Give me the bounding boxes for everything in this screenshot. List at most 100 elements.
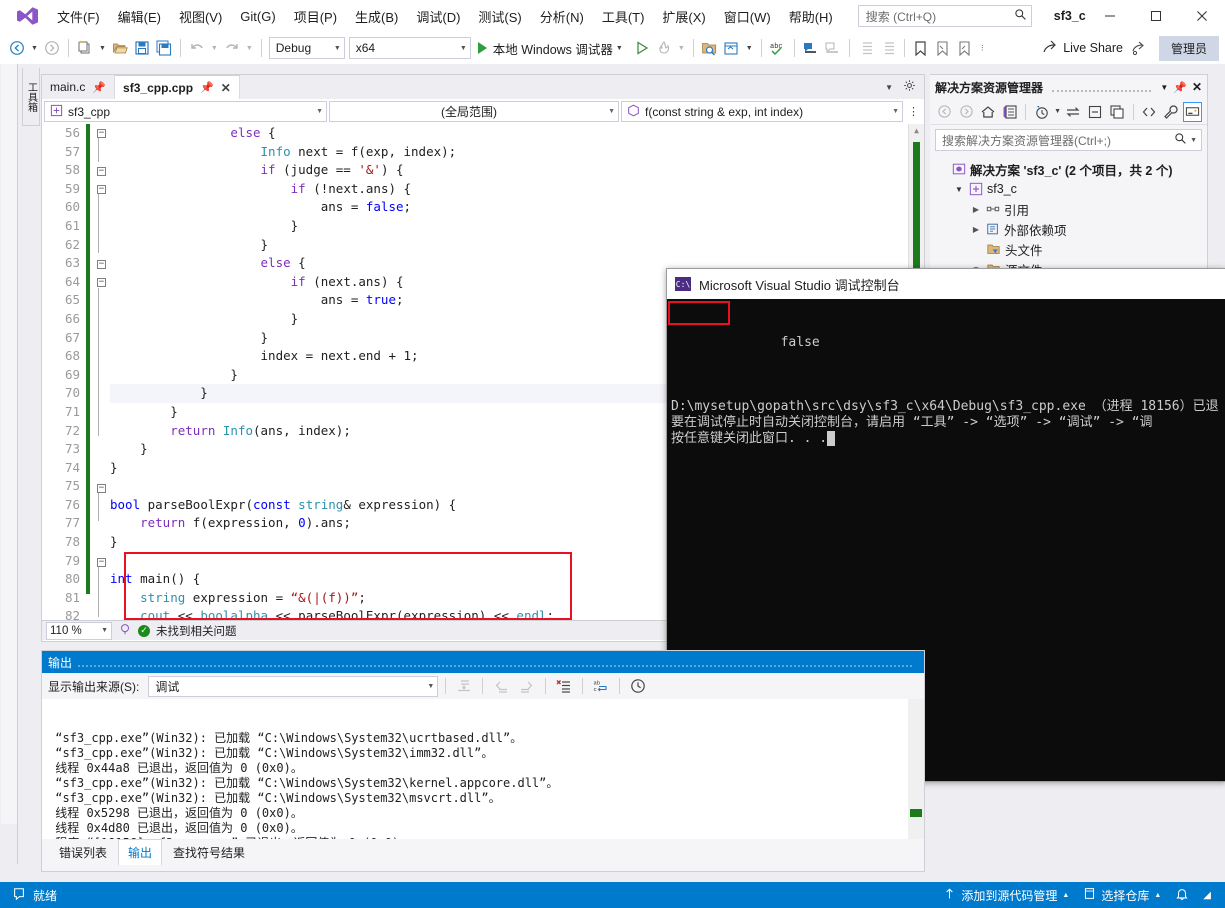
comment-selection-icon[interactable] <box>800 37 822 59</box>
menu-item-file[interactable]: 文件(F) <box>48 2 109 31</box>
output-source-combo[interactable]: 调试 ▼ <box>148 675 439 697</box>
toggle-word-wrap-icon[interactable]: ab c <box>590 676 612 696</box>
scope-combo[interactable]: (全局范围) ▼ <box>329 101 619 122</box>
new-project-dropdown-icon[interactable]: ▼ <box>96 45 109 52</box>
start-debugging-button[interactable]: 本地 Windows 调试器 ▼ <box>473 36 631 60</box>
preview-selected-items-icon[interactable] <box>1183 101 1203 122</box>
chevron-down-icon[interactable]: ▼ <box>613 45 626 52</box>
spellcheck-icon[interactable]: abc <box>767 37 789 59</box>
show-timestamps-icon[interactable] <box>627 676 649 696</box>
solution-tree-item[interactable]: ▼ sf3_c <box>936 179 1207 199</box>
pin-icon[interactable]: 📌 <box>1173 81 1187 94</box>
code-line[interactable]: ans = false; <box>110 198 924 217</box>
chevron-down-icon[interactable]: ▼ <box>743 45 756 52</box>
toolbar-overflow-icon[interactable]: ⋮ <box>976 44 989 52</box>
solution-platform-combo[interactable]: x64 ▼ <box>348 37 471 59</box>
code-folding-column[interactable]: − − − − − − − <box>94 124 110 620</box>
chevron-down-icon[interactable]: ▼ <box>1160 83 1168 92</box>
fold-toggle[interactable]: − <box>97 129 106 138</box>
close-icon[interactable]: ✕ <box>221 81 231 95</box>
split-editor-icon[interactable]: ⋮ <box>905 105 919 118</box>
code-line[interactable]: if (!next.ans) { <box>110 180 924 199</box>
menu-item-tools[interactable]: 工具(T) <box>593 2 654 31</box>
view-code-icon[interactable] <box>1139 102 1158 122</box>
pending-changes-icon[interactable] <box>1032 102 1051 122</box>
maximize-button[interactable] <box>1133 0 1179 32</box>
solution-tree-item[interactable]: 解决方案 'sf3_c' (2 个项目，共 2 个) <box>936 159 1207 179</box>
show-all-files-icon[interactable] <box>1108 102 1127 122</box>
pin-icon[interactable]: 📌 <box>92 81 106 94</box>
code-line[interactable]: } <box>110 217 924 236</box>
global-search-input[interactable]: 搜索 (Ctrl+Q) <box>857 5 1032 27</box>
chevron-collapsed-icon[interactable]: ▶ <box>970 205 982 214</box>
code-line[interactable]: } <box>110 236 924 255</box>
chevron-down-icon[interactable]: ▼ <box>1190 137 1197 144</box>
navigate-backward-icon[interactable] <box>6 37 28 59</box>
menu-item-extensions[interactable]: 扩展(X) <box>653 2 714 31</box>
tab-error-list[interactable]: 错误列表 <box>50 840 116 865</box>
menu-item-git[interactable]: Git(G) <box>231 4 284 29</box>
collapse-all-icon[interactable] <box>1086 102 1105 122</box>
fold-toggle[interactable]: − <box>97 185 106 194</box>
navigate-forward-icon[interactable] <box>41 37 63 59</box>
code-line[interactable]: Info next = f(exp, index); <box>110 143 924 162</box>
sync-with-active-document-icon[interactable] <box>1064 102 1083 122</box>
chevron-collapsed-icon[interactable]: ▶ <box>970 225 982 234</box>
tab-output[interactable]: 输出 <box>118 839 163 865</box>
home-icon[interactable] <box>979 102 998 122</box>
zoom-level-combo[interactable]: 110 % ▼ <box>46 621 112 640</box>
project-combo[interactable]: sf3_cpp ▼ <box>44 101 327 122</box>
save-icon[interactable] <box>131 37 153 59</box>
fold-toggle[interactable]: − <box>97 260 106 269</box>
chevron-down-icon[interactable]: ▼ <box>1054 108 1061 115</box>
live-share-button[interactable]: Live Share <box>1036 39 1129 58</box>
menu-item-view[interactable]: 视图(V) <box>170 2 231 31</box>
code-line[interactable]: if (judge == '&') { <box>110 161 924 180</box>
next-bookmark-icon[interactable] <box>954 37 976 59</box>
navigate-backward-dropdown-icon[interactable]: ▼ <box>28 45 41 52</box>
toggle-bookmark-icon[interactable] <box>910 37 932 59</box>
output-vertical-scrollbar[interactable] <box>908 699 924 839</box>
back-icon[interactable] <box>935 102 954 122</box>
scroll-up-icon[interactable]: ▲ <box>909 124 924 135</box>
select-repository-button[interactable]: 选择仓库 ▲ <box>1083 887 1161 904</box>
resize-grip-icon[interactable]: ◢ <box>1203 890 1211 901</box>
menu-item-project[interactable]: 项目(P) <box>285 2 346 31</box>
switch-views-icon[interactable] <box>1000 102 1019 122</box>
editor-tab-sf3-cpp[interactable]: sf3_cpp.cpp 📌 ✕ <box>115 75 240 99</box>
forward-icon[interactable] <box>957 102 976 122</box>
fold-toggle[interactable]: − <box>97 558 106 567</box>
close-button[interactable] <box>1179 0 1225 32</box>
chevron-down-icon[interactable]: ▼ <box>885 83 893 92</box>
drag-handle[interactable] <box>78 657 912 667</box>
menu-item-edit[interactable]: 编辑(E) <box>109 2 170 31</box>
member-combo[interactable]: f(const string & exp, int index) ▼ <box>621 101 903 122</box>
minimize-button[interactable] <box>1087 0 1133 32</box>
drag-handle[interactable] <box>1052 82 1152 92</box>
menu-item-analyze[interactable]: 分析(N) <box>531 2 593 31</box>
solution-tree-item[interactable]: ▶ 外部依赖项 <box>936 219 1207 239</box>
solution-explorer-home-icon[interactable] <box>721 37 743 59</box>
fold-toggle[interactable]: − <box>97 484 106 493</box>
solution-configuration-combo[interactable]: Debug ▼ <box>268 37 345 59</box>
fold-toggle[interactable]: − <box>97 278 106 287</box>
start-without-debugging-icon[interactable] <box>631 37 653 59</box>
open-file-icon[interactable] <box>109 37 131 59</box>
chevron-expanded-icon[interactable]: ▼ <box>953 185 965 194</box>
add-to-source-control-button[interactable]: 添加到源代码管理 ▲ <box>943 887 1069 904</box>
close-icon[interactable]: ✕ <box>1192 80 1202 94</box>
menu-item-build[interactable]: 生成(B) <box>346 2 407 31</box>
pin-icon[interactable]: 📌 <box>200 81 214 94</box>
output-text-area[interactable]: “sf3_cpp.exe”(Win32): 已加载 “C:\Windows\Sy… <box>42 699 924 839</box>
new-project-icon[interactable] <box>74 37 96 59</box>
tab-find-symbol-results[interactable]: 查找符号结果 <box>164 840 254 865</box>
editor-tab-main-c[interactable]: main.c 📌 <box>42 75 116 99</box>
toolbox-vertical-tab[interactable]: 工具箱 <box>22 68 40 126</box>
code-line[interactable]: else { <box>110 124 924 143</box>
solution-explorer-search-input[interactable]: 搜索解决方案资源管理器(Ctrl+;) ▼ <box>935 129 1202 151</box>
clear-all-icon[interactable] <box>553 676 575 696</box>
menu-item-window[interactable]: 窗口(W) <box>715 2 780 31</box>
feedback-icon[interactable] <box>1129 37 1151 59</box>
menu-item-help[interactable]: 帮助(H) <box>780 2 842 31</box>
bell-icon[interactable] <box>1175 887 1189 904</box>
